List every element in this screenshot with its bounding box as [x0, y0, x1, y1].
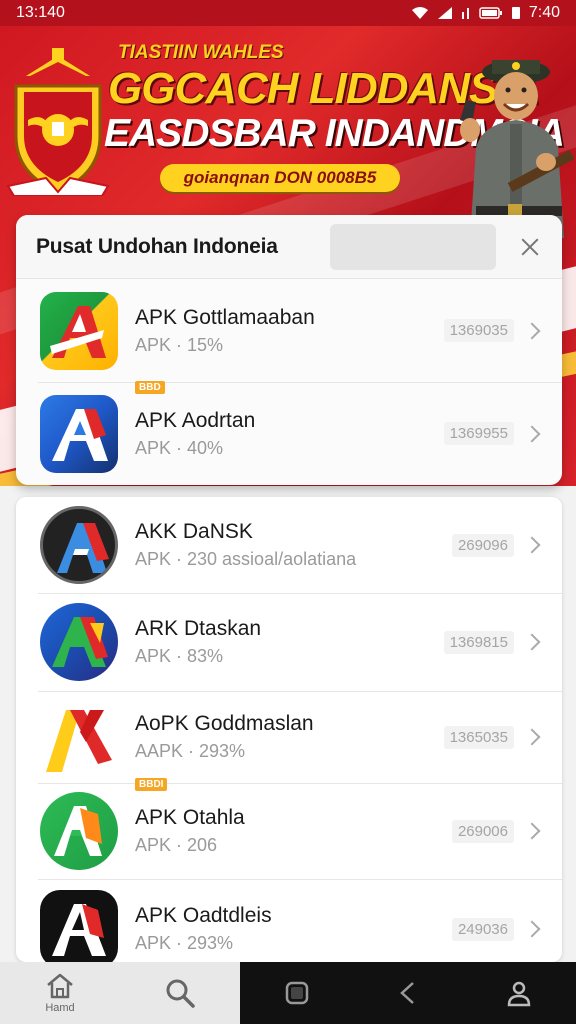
status-bar: 13:140 7:40: [0, 0, 576, 26]
nav-home[interactable]: Hamd: [0, 962, 120, 1024]
app-name: ARK Dtaskan: [135, 617, 262, 640]
list-item[interactable]: APK Gottlamaaban APK · 15% 1369035: [16, 279, 562, 382]
close-button[interactable]: [516, 233, 544, 261]
app-meta: APK · 40%: [135, 437, 224, 458]
app-text: AKK DaNSK APK · 230 assioal/aolatiana: [135, 520, 452, 570]
app-meta: APK · 15%: [135, 334, 224, 355]
app-meta: APK · 293%: [135, 933, 234, 953]
app-meta: APK · 230 assioal/aolatiana: [135, 549, 357, 569]
app-icon: [40, 792, 118, 870]
app-meta: APK · 206: [135, 835, 218, 855]
app-name: APK Gottlamaaban: [135, 305, 315, 329]
app-icon: [40, 394, 118, 473]
chevron-right-icon: [523, 322, 541, 339]
list-item[interactable]: ARK Dtaskan APK · 83% 1369815: [16, 593, 562, 691]
app-text: APK Gottlamaaban APK · 15%: [135, 306, 444, 356]
app-text: ARK Dtaskan APK · 83%: [135, 617, 444, 667]
app-text: AoPK Goddmaslan AAPK · 293%: [135, 712, 444, 762]
banner-supertitle: TIASTIIN WAHLES: [118, 42, 284, 63]
status-time: 13:140: [16, 4, 65, 21]
app-nav: Hamd: [0, 962, 240, 1024]
chevron-right-icon: [523, 536, 541, 554]
list-item[interactable]: AKK DaNSK APK · 230 assioal/aolatiana 26…: [16, 497, 562, 593]
dialog-header: Pusat Undohan Indoneia: [16, 215, 562, 279]
garuda-crest-icon: [6, 48, 110, 196]
dialog-title: Pusat Undohan Indoneia: [36, 234, 278, 258]
search-input[interactable]: [330, 223, 496, 270]
app-text: BBDI APK Otahla APK · 206: [135, 778, 452, 856]
app-text: BBD APK Aodrtan APK · 40%: [135, 380, 444, 459]
app-icon: [40, 890, 118, 962]
app-list: AKK DaNSK APK · 230 assioal/aolatiana 26…: [16, 497, 562, 962]
system-nav: [240, 962, 576, 1024]
app-badge: BBDI: [135, 778, 168, 791]
list-item[interactable]: BBDI APK Otahla APK · 206 269006: [16, 778, 562, 879]
status-icons: 7:40: [411, 4, 560, 22]
chevron-right-icon: [523, 920, 541, 938]
chevron-right-icon: [523, 822, 541, 840]
chevron-right-icon: [523, 633, 541, 651]
app-icon: [40, 506, 118, 584]
app-size: 1369035: [443, 319, 514, 342]
app-text: APK Oadtdleis APK · 293%: [135, 904, 452, 954]
nav-search[interactable]: [120, 962, 240, 1024]
app-size: 1369815: [443, 630, 514, 654]
app-size: 269096: [451, 533, 514, 557]
signal-bars-icon: [461, 8, 469, 19]
app-name: APK Otahla: [135, 806, 245, 829]
back-icon[interactable]: [397, 980, 419, 1006]
nav-home-label: Hamd: [45, 1002, 75, 1014]
app-icon: [40, 603, 118, 681]
app-size: 1369955: [443, 422, 514, 445]
app-icon: [40, 698, 118, 776]
sim-icon: [511, 7, 520, 19]
wifi-icon: [411, 7, 428, 19]
app-meta: APK · 83%: [135, 646, 224, 666]
app-meta: AAPK · 293%: [135, 741, 246, 761]
download-center-dialog: Pusat Undohan Indoneia APK Gottlamaaban …: [16, 215, 562, 485]
recents-icon[interactable]: [284, 980, 310, 1006]
app-name: APK Aodrtan: [135, 408, 256, 432]
app-icon: [40, 291, 118, 370]
list-item[interactable]: AoPK Goddmaslan AAPK · 293% 1365035: [16, 691, 562, 783]
app-size: 269006: [451, 819, 514, 843]
chevron-right-icon: [523, 728, 541, 746]
status-right-time: 7:40: [528, 4, 560, 21]
signal-icon: [437, 7, 452, 19]
list-item[interactable]: BBD APK Aodrtan APK · 40% 1369955: [16, 380, 562, 485]
bottom-navigation: Hamd: [0, 962, 576, 1024]
app-badge: BBD: [135, 380, 165, 394]
chevron-right-icon: [523, 425, 541, 442]
app-name: AKK DaNSK: [135, 520, 253, 543]
list-item[interactable]: APK Oadtdleis APK · 293% 249036: [16, 879, 562, 962]
app-size: 249036: [451, 917, 514, 941]
battery-icon: [479, 7, 502, 19]
soldier-illustration-icon: [460, 60, 575, 238]
app-name: APK Oadtdleis: [135, 904, 272, 927]
app-name: AoPK Goddmaslan: [135, 712, 314, 735]
search-icon: [166, 979, 195, 1008]
app-size: 1365035: [443, 725, 514, 749]
home-icon: [47, 973, 73, 999]
banner-pill[interactable]: goianqnan DON 0008B5: [160, 164, 400, 192]
profile-icon[interactable]: [506, 979, 532, 1007]
